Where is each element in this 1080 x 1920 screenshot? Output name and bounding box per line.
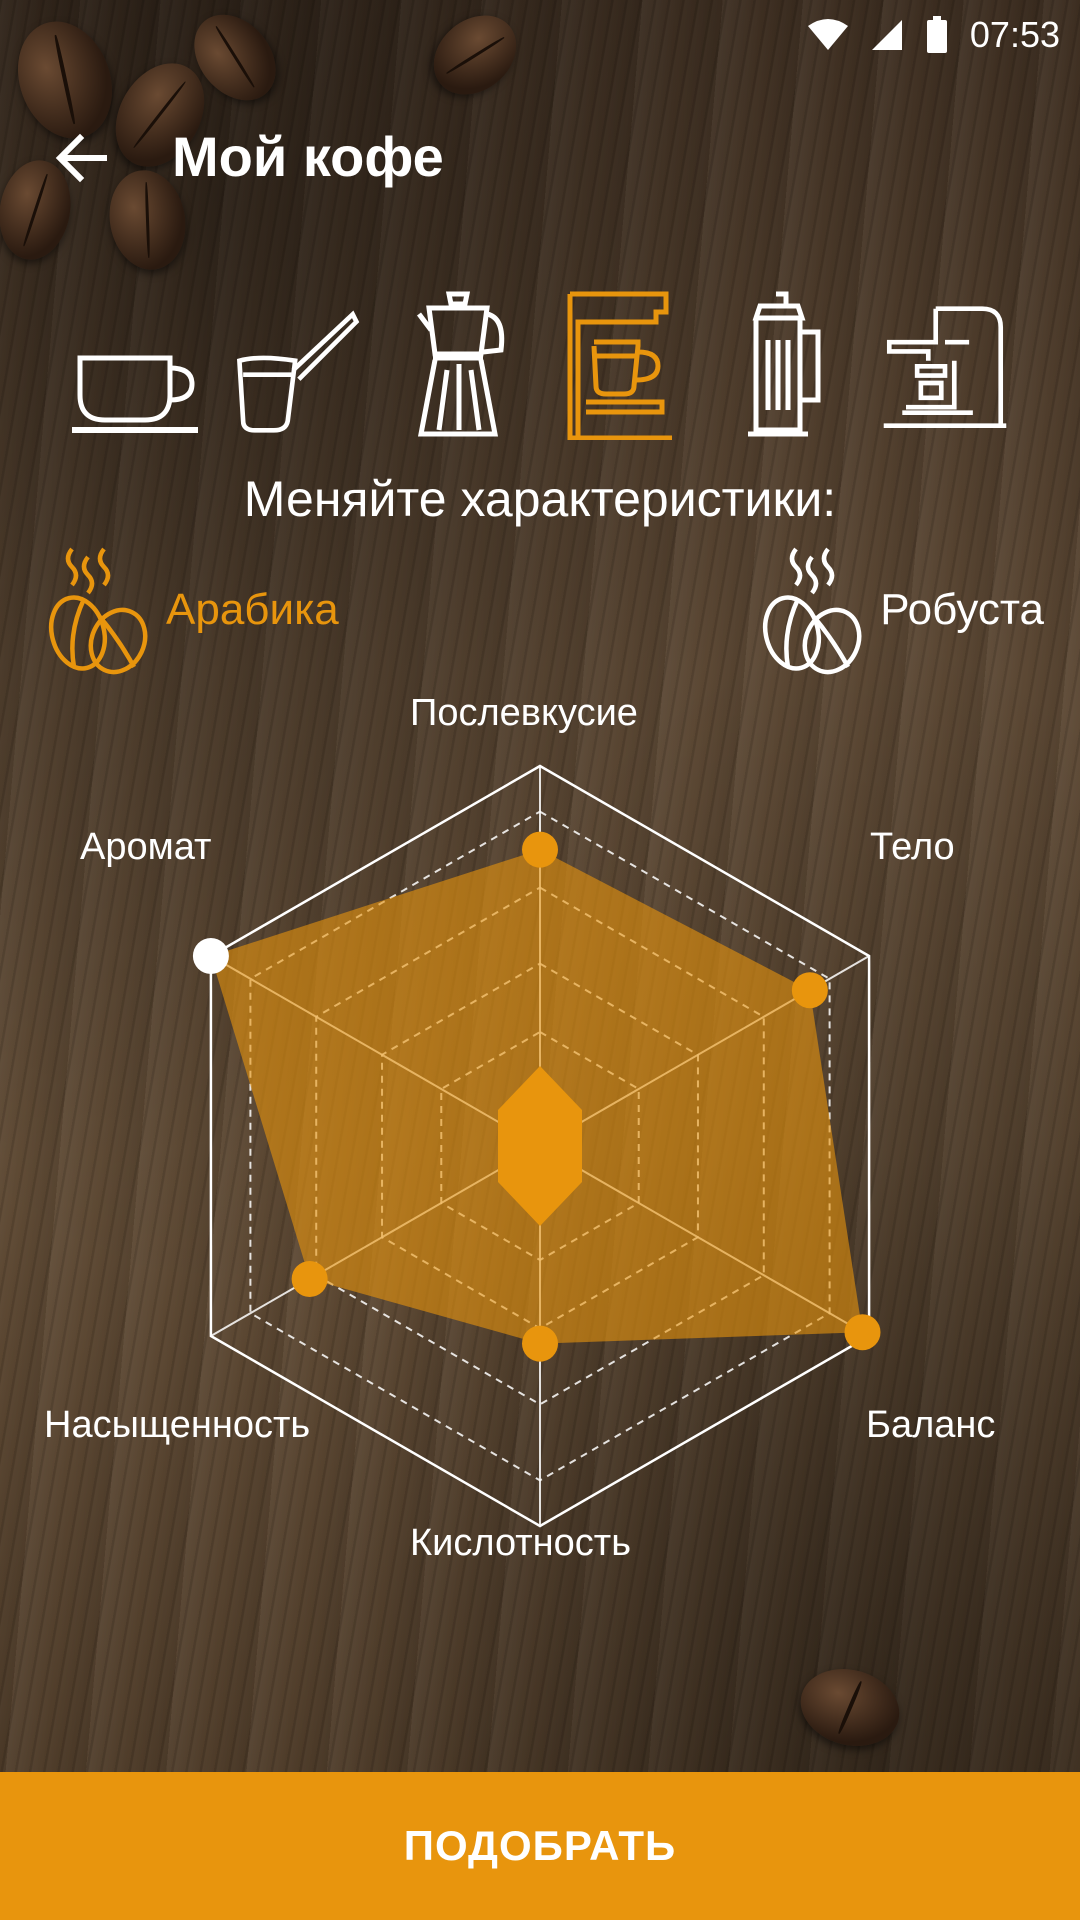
axis-label-balance: Баланс [866,1404,996,1446]
coffee-bean-decor [791,1658,909,1757]
french-press-icon [748,291,821,437]
brew-method-moka[interactable] [394,280,524,440]
radar-value-handle[interactable] [291,1261,328,1297]
status-time: 07:53 [969,14,1060,55]
bean-type-arabica[interactable]: Арабика [44,545,339,675]
cezve-icon [236,310,360,433]
back-button[interactable] [52,130,122,190]
brew-method-french-press[interactable] [718,280,848,440]
subtitle: Меняйте характеристики: [243,471,837,527]
bean-type-robusta[interactable]: Робуста [758,545,1044,675]
pick-coffee-button-label: ПОДОБРАТЬ [403,1822,677,1869]
arrow-back-icon [55,133,107,183]
arabica-beans-icon [48,547,148,675]
battery-icon [926,16,947,53]
cellular-signal-icon [871,20,902,50]
radar-value-handle[interactable] [791,972,828,1009]
axis-label-acidity: Кислотность [410,1522,631,1564]
brew-method-drip[interactable] [556,280,686,440]
brew-method-cup[interactable] [70,280,200,440]
app-bar: Мой кофе [0,110,1080,210]
brew-method-cezve[interactable] [232,280,362,440]
robusta-beans-icon [763,547,862,675]
espresso-machine-icon [883,306,1007,429]
radar-value-handle[interactable] [844,1314,881,1351]
cup-icon [72,355,198,433]
wifi-icon [807,19,848,50]
flavor-radar: Послевкусие Тело Баланс Кислотность Насы… [0,680,1080,1580]
bean-type-robusta-label: Робуста [880,585,1044,634]
drip-coffee-maker-icon [567,291,672,440]
axis-label-aftertaste: Послевкусие [410,692,638,734]
moka-pot-icon [417,291,505,437]
radar-value-handle[interactable] [522,1325,558,1362]
brew-method-espresso[interactable] [880,280,1010,440]
status-bar: 07:53 [0,0,1080,72]
pick-coffee-button[interactable]: ПОДОБРАТЬ [0,1772,1080,1920]
axis-label-saturation: Насыщенность [44,1404,311,1446]
brew-method-selector [70,280,1010,440]
axis-label-body: Тело [870,826,955,868]
axis-label-aroma: Аромат [80,826,212,868]
radar-value-handle[interactable] [192,938,229,974]
radar-value-handle[interactable] [522,831,558,868]
bean-type-arabica-label: Арабика [166,585,339,634]
page-title: Мой кофе [172,125,444,188]
